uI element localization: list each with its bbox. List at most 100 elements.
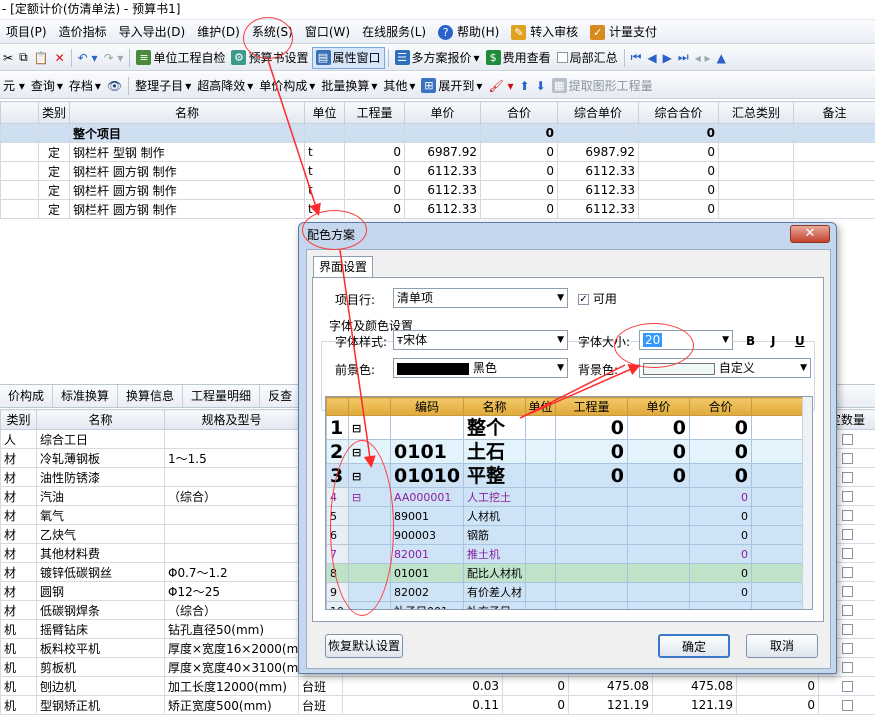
- underline-button[interactable]: U: [795, 334, 805, 348]
- menu-to-audit[interactable]: ✎ 转入审核: [505, 21, 584, 43]
- table-row[interactable]: 定 钢栏杆 圆方钢 制作 t 0 6112.33 0 6112.33 0: [0, 199, 875, 219]
- col-qty[interactable]: 工程量: [344, 101, 405, 124]
- local-sum-toggle[interactable]: 局部汇总: [554, 47, 621, 69]
- row-unit[interactable]: t: [304, 180, 345, 200]
- project-summary-row[interactable]: 整个项目 0 0: [0, 123, 875, 143]
- checkbox-icon[interactable]: [841, 434, 853, 445]
- color-picker-icon[interactable]: 🖌 ▾: [485, 75, 516, 97]
- menu-online[interactable]: 在线服务(L): [356, 21, 432, 43]
- paste-icon[interactable]: 📋: [31, 47, 52, 69]
- last-icon[interactable]: ⏭: [675, 47, 692, 69]
- dialog-title-bar[interactable]: 配色方案 ✕: [299, 223, 836, 248]
- checkbox-icon[interactable]: [841, 662, 853, 673]
- vertical-scrollbar[interactable]: [802, 397, 812, 609]
- left-arrow-icon[interactable]: ◂ ▸: [692, 47, 714, 69]
- table-row[interactable]: 定 钢栏杆 圆方钢 制作 t 0 6112.33 0 6112.33 0: [0, 180, 875, 200]
- table-row[interactable]: 机型钢矫正机 矫正宽度500(mm) 台班 0.11 0 121.19 121.19 0: [0, 695, 875, 715]
- col-unit[interactable]: 单位: [304, 101, 345, 124]
- tab-interface-settings[interactable]: 界面设置: [313, 256, 373, 278]
- col-name[interactable]: 名称: [69, 101, 305, 124]
- menu-maintain[interactable]: 维护(D): [191, 21, 246, 43]
- col-unit-total[interactable]: 综合合价: [638, 101, 719, 124]
- move-down-icon[interactable]: ⬇: [533, 75, 549, 97]
- checkbox-icon[interactable]: [841, 700, 853, 711]
- menu-payment[interactable]: ✓ 计量支付: [584, 21, 663, 43]
- checkbox-icon[interactable]: [841, 529, 853, 540]
- checkbox-icon[interactable]: [841, 491, 853, 502]
- fee-view-button[interactable]: $ 费用查看: [483, 47, 554, 69]
- multi-quote-button[interactable]: ☰ 多方案报价 ▾: [392, 47, 483, 69]
- row-name[interactable]: 钢栏杆 圆方钢 制作: [69, 161, 305, 181]
- batch-convert-menu[interactable]: 批量换算 ▾: [318, 75, 380, 97]
- expand-menu[interactable]: ⊞ 展开到 ▾: [418, 75, 485, 97]
- row-unit[interactable]: t: [304, 142, 345, 162]
- tab-standard-convert[interactable]: 标准换算: [53, 385, 119, 407]
- row-name[interactable]: 钢栏杆 型钢 制作: [69, 142, 305, 162]
- row-qty[interactable]: 0: [344, 180, 405, 200]
- row-qty[interactable]: 0: [344, 161, 405, 181]
- col-unit-price[interactable]: 综合单价: [557, 101, 639, 124]
- move-up-icon[interactable]: ⬆: [517, 75, 533, 97]
- font-style-select[interactable]: Ŧ宋体 ▼: [393, 330, 568, 350]
- prev-icon[interactable]: ◀: [644, 47, 659, 69]
- menu-project[interactable]: 项目(P): [0, 21, 53, 43]
- copy-icon[interactable]: ⧉: [16, 47, 31, 69]
- tab-quantity-detail[interactable]: 工程量明细: [183, 385, 261, 407]
- checkbox-icon[interactable]: [841, 681, 853, 692]
- first-icon[interactable]: ⏮: [628, 47, 645, 69]
- col-spec[interactable]: 规格及型号: [164, 409, 299, 430]
- tab-price-composition[interactable]: 价构成: [0, 385, 54, 407]
- tab-reverse-lookup[interactable]: 反查: [260, 385, 302, 407]
- col-name[interactable]: 名称: [36, 409, 165, 430]
- checkbox-icon[interactable]: [841, 586, 853, 597]
- query-menu[interactable]: 查询 ▾: [28, 75, 66, 97]
- tree-expand-icon[interactable]: ⊟: [352, 422, 361, 435]
- checkbox-icon[interactable]: [841, 643, 853, 654]
- bold-button[interactable]: B: [746, 334, 755, 348]
- enabled-checkbox[interactable]: ✓ 可用: [578, 290, 617, 307]
- overheight-menu[interactable]: 超高降效 ▾: [194, 75, 256, 97]
- tb2-prefix[interactable]: 元 ▾: [0, 75, 28, 97]
- menu-import-export[interactable]: 导入导出(D): [113, 21, 192, 43]
- row-name[interactable]: 钢栏杆 圆方钢 制作: [69, 180, 305, 200]
- unit-price-menu[interactable]: 单价构成 ▾: [256, 75, 318, 97]
- row-qty[interactable]: 0: [344, 142, 405, 162]
- next-icon[interactable]: ▶: [660, 47, 675, 69]
- checkbox-icon[interactable]: [841, 567, 853, 578]
- menu-window[interactable]: 窗口(W): [299, 21, 356, 43]
- col-type[interactable]: 类别: [38, 101, 70, 124]
- menu-cost-index[interactable]: 造价指标: [53, 21, 113, 43]
- table-row[interactable]: 定 钢栏杆 圆方钢 制作 t 0 6112.33 0 6112.33 0: [0, 161, 875, 181]
- unit-check-button[interactable]: ≡ 单位工程自检: [133, 47, 228, 69]
- checkbox-icon[interactable]: [841, 453, 853, 464]
- col-summary-type[interactable]: 汇总类别: [718, 101, 794, 124]
- cancel-button[interactable]: 取消: [746, 634, 818, 658]
- checkbox-icon[interactable]: [841, 510, 853, 521]
- menu-help[interactable]: ? 帮助(H): [432, 21, 505, 43]
- col-remark[interactable]: 备注: [793, 101, 875, 124]
- extract-graphic-button[interactable]: ▦ 提取图形工程量: [549, 75, 656, 97]
- row-unit[interactable]: t: [304, 161, 345, 181]
- col-price[interactable]: 单价: [404, 101, 481, 124]
- checkbox-icon[interactable]: [841, 624, 853, 635]
- table-row[interactable]: 定 钢栏杆 型钢 制作 t 0 6987.92 0 6987.92 0: [0, 142, 875, 162]
- italic-button[interactable]: J: [771, 334, 775, 348]
- ok-button[interactable]: 确定: [658, 634, 730, 658]
- delete-icon[interactable]: ✕: [52, 47, 68, 69]
- organize-menu[interactable]: 整理子目 ▾: [132, 75, 194, 97]
- property-window-button[interactable]: ▤ 属性窗口: [311, 46, 385, 69]
- item-row-select[interactable]: 清单项 ▼: [393, 288, 568, 308]
- col-total[interactable]: 合价: [480, 101, 558, 124]
- redo-icon[interactable]: ↷ ▾: [101, 47, 127, 69]
- tab-convert-info[interactable]: 换算信息: [118, 385, 184, 407]
- close-button[interactable]: ✕: [790, 225, 830, 243]
- col-type[interactable]: 类别: [0, 409, 37, 430]
- foreground-select[interactable]: 黑色 ▼: [393, 358, 568, 378]
- cut-icon[interactable]: ✂: [0, 47, 16, 69]
- checkbox-icon[interactable]: [841, 605, 853, 616]
- checkbox-icon[interactable]: [841, 472, 853, 483]
- archive-menu[interactable]: 存档 ▾: [66, 75, 104, 97]
- row-name[interactable]: 钢栏杆 圆方钢 制作: [69, 199, 305, 219]
- up-arrow-icon[interactable]: ▲: [714, 47, 729, 69]
- other-menu[interactable]: 其他 ▾: [380, 75, 418, 97]
